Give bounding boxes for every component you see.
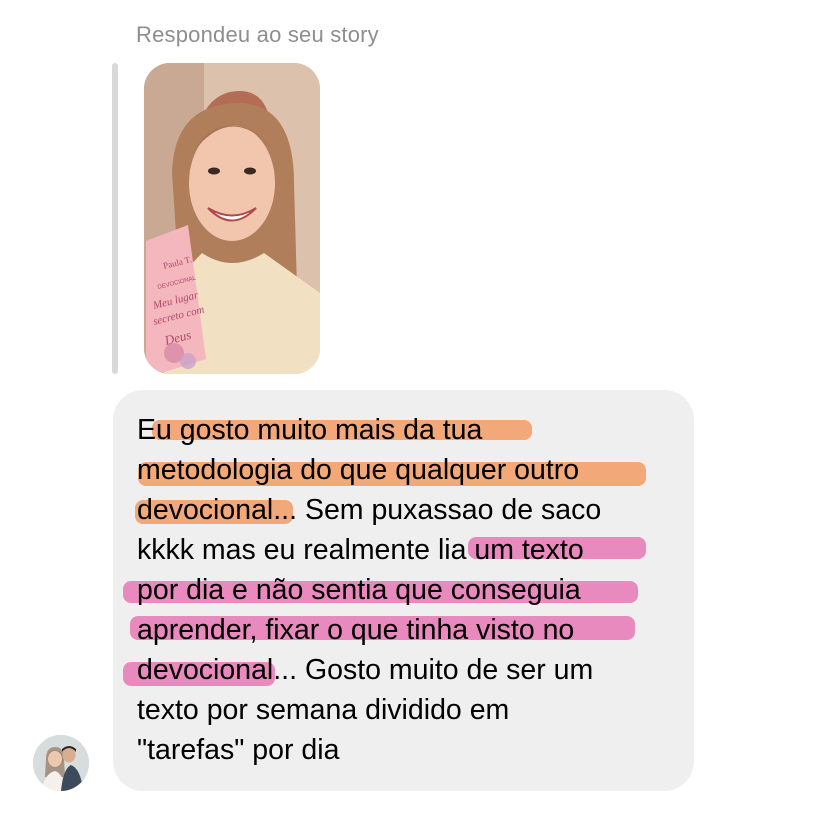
message-line: texto por semana dividido em: [137, 694, 510, 726]
message-line: metodologia do que qualquer outro: [137, 454, 580, 486]
sender-avatar[interactable]: [33, 735, 89, 791]
message-line: devocional... Gosto muito de ser um: [137, 654, 594, 686]
story-quote-bar: [112, 63, 118, 374]
story-image: Paula T. DEVOCIONAL Meu lugar secreto co…: [144, 63, 320, 374]
reply-label: Respondeu ao seu story: [136, 22, 379, 47]
message-line: aprender, fixar o que tinha visto no: [137, 614, 575, 646]
message-line: por dia e não sentia que conseguia: [137, 574, 581, 606]
story-thumbnail[interactable]: Paula T. DEVOCIONAL Meu lugar secreto co…: [144, 63, 320, 374]
message-text: Eu gosto muito mais da tua metodologia d…: [137, 410, 601, 770]
message-line: Eu gosto muito mais da tua: [137, 414, 483, 446]
message-line: kkkk mas eu realmente lia um texto: [137, 534, 584, 566]
profile-photo-avatar: [33, 735, 89, 791]
message-line: devocional... Sem puxassao de saco: [137, 494, 602, 526]
message-line: "tarefas" por dia: [137, 734, 340, 766]
